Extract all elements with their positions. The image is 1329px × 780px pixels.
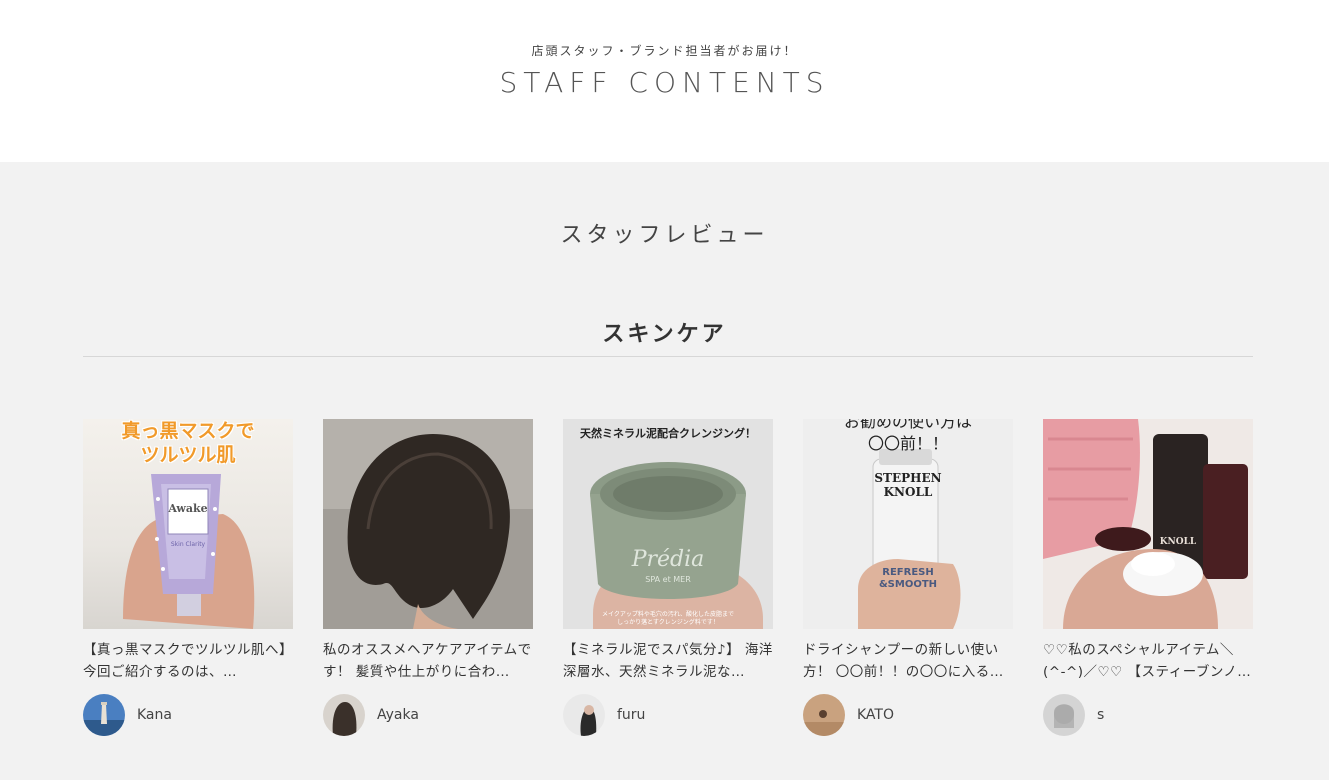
product-name: STEPHEN KNOLL (874, 471, 942, 499)
review-image[interactable]: 天然ミネラル泥配合クレンジング！ Prédia SPA et MER メイクアッ… (563, 419, 773, 629)
review-description[interactable]: ♡♡私のスペシャルアイテム＼(^-^)／♡♡ 【スティーブンノ… (1043, 639, 1253, 683)
review-image[interactable]: お勧めの使い方は 〇〇前！！ STEPHEN KNOLL REFRESH &SM… (803, 419, 1013, 629)
review-description[interactable]: ドライシャンプーの新しい使い方！ 〇〇前！！の〇〇に入る… (803, 639, 1013, 683)
product-name: Prédia (631, 547, 705, 572)
author-name[interactable]: KATO (857, 707, 894, 723)
review-image[interactable]: 真っ黒マスクで ツルツル肌 Awake Skin Clarity (83, 419, 293, 629)
product-name: KNOLL (1159, 537, 1197, 547)
review-author[interactable]: Kana (83, 693, 172, 737)
image-headline: 真っ黒マスクで ツルツル肌 (121, 420, 255, 466)
page-header: 店頭スタッフ・ブランド担当者がお届け！ STAFF CONTENTS (0, 0, 1329, 162)
header-subtitle: 店頭スタッフ・ブランド担当者がお届け！ (531, 44, 798, 58)
avatar[interactable] (563, 694, 605, 736)
author-name[interactable]: Ayaka (377, 707, 419, 723)
image-headline: お勧めの使い方は 〇〇前！！ (843, 419, 972, 453)
section-title: スタッフレビュー (560, 223, 769, 248)
avatar[interactable] (803, 694, 845, 736)
product-photo (563, 419, 773, 629)
review-author[interactable]: Ayaka (323, 693, 419, 737)
product-name: Awake (168, 502, 208, 515)
author-name[interactable]: Kana (137, 707, 172, 723)
avatar[interactable] (1043, 694, 1085, 736)
review-image[interactable]: KNOLL (1043, 419, 1253, 629)
review-image[interactable] (323, 419, 533, 629)
review-card[interactable]: KNOLL ♡♡私のスペシャルアイテム＼(^-^)／♡♡ 【スティーブンノ… s (1043, 419, 1253, 749)
review-card[interactable]: 私のオススメヘアケアアイテムです！ 髪質や仕上がりに合わ… Ayaka (323, 419, 533, 749)
category-divider (83, 356, 1253, 357)
review-author[interactable]: KATO (803, 693, 894, 737)
review-card-list: 真っ黒マスクで ツルツル肌 Awake Skin Clarity 【真っ黒マスク… (83, 419, 1253, 759)
hair-photo (323, 419, 533, 629)
author-name[interactable]: furu (617, 707, 645, 723)
review-card[interactable]: お勧めの使い方は 〇〇前！！ STEPHEN KNOLL REFRESH &SM… (803, 419, 1013, 749)
product-subname: REFRESH &SMOOTH (878, 567, 938, 590)
category-title: スキンケア (602, 322, 727, 347)
product-photo (1043, 419, 1253, 629)
image-caption: メイクアップ料や毛穴の汚れ、酸化した皮脂まで しっかり落とすクレンジング料です！ (602, 611, 734, 626)
product-subname: SPA et MER (645, 575, 691, 584)
staff-review-section: スタッフレビュー スキンケア 真っ黒マスクで ツルツル肌 Awake Skin … (0, 162, 1329, 780)
review-card[interactable]: 天然ミネラル泥配合クレンジング！ Prédia SPA et MER メイクアッ… (563, 419, 773, 749)
header-title: STAFF CONTENTS (499, 66, 830, 99)
review-description[interactable]: 私のオススメヘアケアアイテムです！ 髪質や仕上がりに合わ… (323, 639, 533, 683)
review-description[interactable]: 【真っ黒マスクでツルツル肌へ】 今回ご紹介するのは、… (83, 639, 293, 683)
review-card[interactable]: 真っ黒マスクで ツルツル肌 Awake Skin Clarity 【真っ黒マスク… (83, 419, 293, 749)
image-headline: 天然ミネラル泥配合クレンジング！ (580, 427, 756, 440)
review-author[interactable]: furu (563, 693, 645, 737)
avatar[interactable] (323, 694, 365, 736)
author-name[interactable]: s (1097, 707, 1104, 723)
avatar[interactable] (83, 694, 125, 736)
review-description[interactable]: 【ミネラル泥でスパ気分♪】 海洋深層水、天然ミネラル泥な… (563, 639, 773, 683)
review-author[interactable]: s (1043, 693, 1104, 737)
product-subname: Skin Clarity (170, 541, 206, 548)
